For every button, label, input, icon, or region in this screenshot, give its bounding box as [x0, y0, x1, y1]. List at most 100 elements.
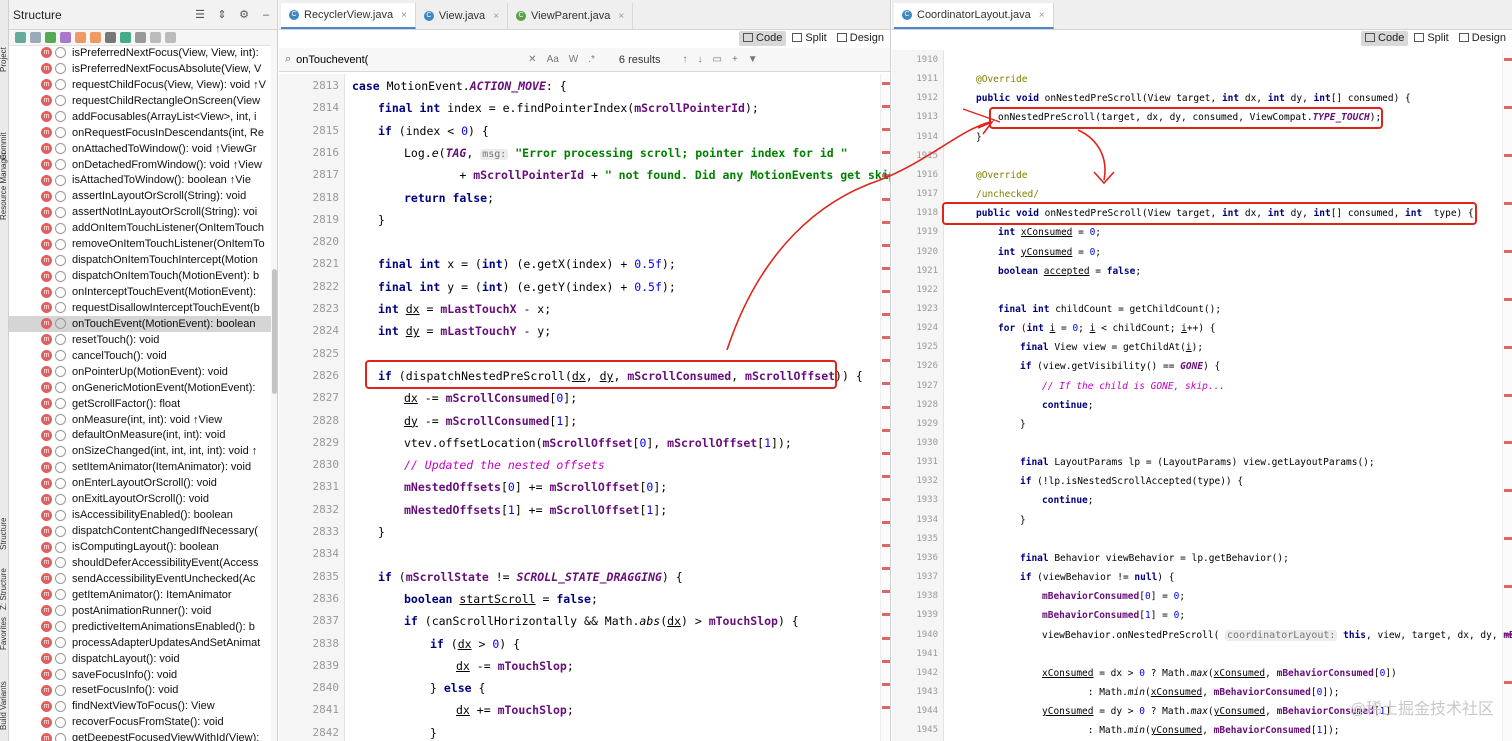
structure-method-item[interactable]: m onAttachedToWindow(): void ↑ViewGr — [9, 141, 271, 157]
sort-icon[interactable] — [15, 32, 26, 43]
structure-method-item[interactable]: m recoverFocusFromState(): void — [9, 714, 271, 730]
structure-method-item[interactable]: m saveFocusInfo(): void — [9, 667, 271, 683]
structure-method-item[interactable]: m dispatchOnItemTouch(MotionEvent): b — [9, 268, 271, 284]
structure-method-item[interactable]: m onInterceptTouchEvent(MotionEvent): — [9, 284, 271, 300]
structure-method-item[interactable]: m resetFocusInfo(): void — [9, 683, 271, 699]
structure-method-item[interactable]: m getItemAnimator(): ItemAnimator — [9, 587, 271, 603]
close-tab-icon[interactable]: × — [401, 10, 407, 21]
view-mode-code-button[interactable]: Code — [739, 30, 787, 46]
error-marker[interactable] — [1504, 297, 1512, 301]
structure-method-item[interactable]: m getDeepestFocusedViewWithId(View): — [9, 730, 271, 741]
error-marker[interactable] — [882, 474, 890, 478]
view-mode-design-button[interactable]: Design — [833, 31, 888, 46]
structure-method-item[interactable]: m removeOnItemTouchListener(OnItemTo — [9, 236, 271, 252]
error-marker[interactable] — [882, 405, 890, 409]
structure-method-item[interactable]: m shouldDeferAccessibilityEvent(Access — [9, 555, 271, 571]
error-marker[interactable] — [882, 613, 890, 617]
structure-method-item[interactable]: m isPreferredNextFocus(View, View, int): — [9, 45, 271, 61]
error-marker[interactable] — [882, 428, 890, 432]
error-marker[interactable] — [1504, 58, 1512, 61]
error-marker[interactable] — [1504, 681, 1512, 685]
structure-method-item[interactable]: m onRequestFocusInDescendants(int, Re — [9, 125, 271, 141]
structure-method-item[interactable]: m isAccessibilityEnabled(): boolean — [9, 507, 271, 523]
structure-method-item[interactable]: m cancelTouch(): void — [9, 348, 271, 364]
error-marker[interactable] — [882, 128, 890, 132]
structure-method-item[interactable]: m isAttachedToWindow(): boolean ↑Vie — [9, 173, 271, 189]
filter-results-icon[interactable]: ▼ — [748, 54, 758, 65]
structure-method-item[interactable]: m isComputingLayout(): boolean — [9, 539, 271, 555]
error-marker[interactable] — [882, 266, 890, 270]
close-tab-icon[interactable]: × — [618, 11, 624, 22]
error-marker[interactable] — [1504, 345, 1512, 349]
structure-method-item[interactable]: m onSizeChanged(int, int, int, int): void… — [9, 443, 271, 459]
clear-icon[interactable]: ✕ — [528, 54, 536, 65]
error-marker[interactable] — [882, 220, 890, 224]
add-occurrence-icon[interactable]: + — [732, 54, 738, 65]
error-marker[interactable] — [1504, 393, 1512, 397]
error-marker[interactable] — [882, 705, 890, 709]
structure-method-item[interactable]: m predictiveItemAnimationsEnabled(): b — [9, 619, 271, 635]
filter-icon[interactable] — [105, 32, 116, 43]
view-mode-split-button[interactable]: Split — [788, 31, 830, 46]
autoscroll-icon[interactable] — [150, 32, 161, 43]
structure-method-item[interactable]: m addFocusables(ArrayList<View>, int, i — [9, 109, 271, 125]
error-marker[interactable] — [882, 682, 890, 686]
editor-tab[interactable]: C RecyclerView.java × — [281, 3, 416, 29]
structure-method-item[interactable]: m dispatchLayout(): void — [9, 651, 271, 667]
structure-method-item[interactable]: m onExitLayoutOrScroll(): void — [9, 491, 271, 507]
next-result-icon[interactable]: ↓ — [698, 54, 703, 65]
structure-method-item[interactable]: m isPreferredNextFocusAbsolute(View, V — [9, 61, 271, 77]
lock-icon[interactable] — [90, 32, 101, 43]
structure-method-item[interactable]: m assertNotInLayoutOrScroll(String): voi — [9, 204, 271, 220]
gear-icon[interactable]: ⚙ — [237, 8, 251, 22]
error-marker[interactable] — [882, 636, 890, 640]
structure-method-item[interactable]: m processAdapterUpdatesAndSetAnimat — [9, 635, 271, 651]
error-marker[interactable] — [882, 659, 890, 663]
error-marker[interactable] — [882, 590, 890, 594]
inherited-icon[interactable] — [135, 32, 146, 43]
error-marker[interactable] — [882, 521, 890, 525]
error-marker[interactable] — [1504, 585, 1512, 589]
structure-method-item[interactable]: m assertInLayoutOrScroll(String): void — [9, 188, 271, 204]
prev-result-icon[interactable]: ↑ — [683, 54, 688, 65]
select-all-icon[interactable]: ▭ — [713, 54, 722, 65]
error-marker[interactable] — [882, 336, 890, 340]
error-marker[interactable] — [1504, 201, 1512, 205]
structure-method-item[interactable]: m findNextViewToFocus(): View — [9, 698, 271, 714]
error-marker[interactable] — [882, 382, 890, 386]
error-marker[interactable] — [1504, 441, 1512, 445]
structure-method-item[interactable]: m onGenericMotionEvent(MotionEvent): — [9, 380, 271, 396]
error-marker[interactable] — [882, 497, 890, 501]
error-marker[interactable] — [882, 197, 890, 201]
error-marker[interactable] — [1504, 153, 1512, 157]
error-marker[interactable] — [882, 451, 890, 455]
error-marker[interactable] — [882, 289, 890, 293]
structure-method-item[interactable]: m dispatchOnItemTouchIntercept(Motion — [9, 252, 271, 268]
structure-method-item[interactable]: m postAnimationRunner(): void — [9, 603, 271, 619]
error-marker[interactable] — [882, 243, 890, 247]
structure-method-item[interactable]: m defaultOnMeasure(int, int): void — [9, 428, 271, 444]
close-tab-icon[interactable]: × — [1039, 10, 1045, 21]
error-marker[interactable] — [1504, 489, 1512, 493]
structure-method-item[interactable]: m getScrollFactor(): float — [9, 396, 271, 412]
minimize-icon[interactable]: – — [259, 8, 273, 22]
view-mode-code-button[interactable]: Code — [1361, 30, 1409, 46]
whole-words-button[interactable]: W — [569, 54, 578, 65]
structure-method-item[interactable]: m requestDisallowInterceptTouchEvent(b — [9, 300, 271, 316]
structure-method-item[interactable]: m dispatchContentChangedIfNecessary( — [9, 523, 271, 539]
structure-method-item[interactable]: m addOnItemTouchListener(OnItemTouch — [9, 220, 271, 236]
close-tab-icon[interactable]: × — [493, 11, 499, 22]
editor-tab[interactable]: C CoordinatorLayout.java × — [894, 3, 1054, 29]
structure-method-item[interactable]: m requestChildFocus(View, View): void ↑V — [9, 77, 271, 93]
editor-tab[interactable]: C View.java × — [416, 3, 509, 29]
error-marker[interactable] — [882, 567, 890, 571]
search-input[interactable]: onTouchevent( — [296, 54, 518, 66]
structure-method-item[interactable]: m onMeasure(int, int): void ↑View — [9, 412, 271, 428]
structure-method-item[interactable]: m onEnterLayoutOrScroll(): void — [9, 475, 271, 491]
error-marker[interactable] — [1504, 105, 1512, 109]
view-mode-design-button[interactable]: Design — [1455, 31, 1510, 46]
error-marker[interactable] — [1504, 537, 1512, 541]
editor-tab[interactable]: C ViewParent.java × — [508, 3, 634, 29]
structure-method-item[interactable]: m requestChildRectangleOnScreen(View — [9, 93, 271, 109]
autoscroll-from-icon[interactable] — [165, 32, 176, 43]
